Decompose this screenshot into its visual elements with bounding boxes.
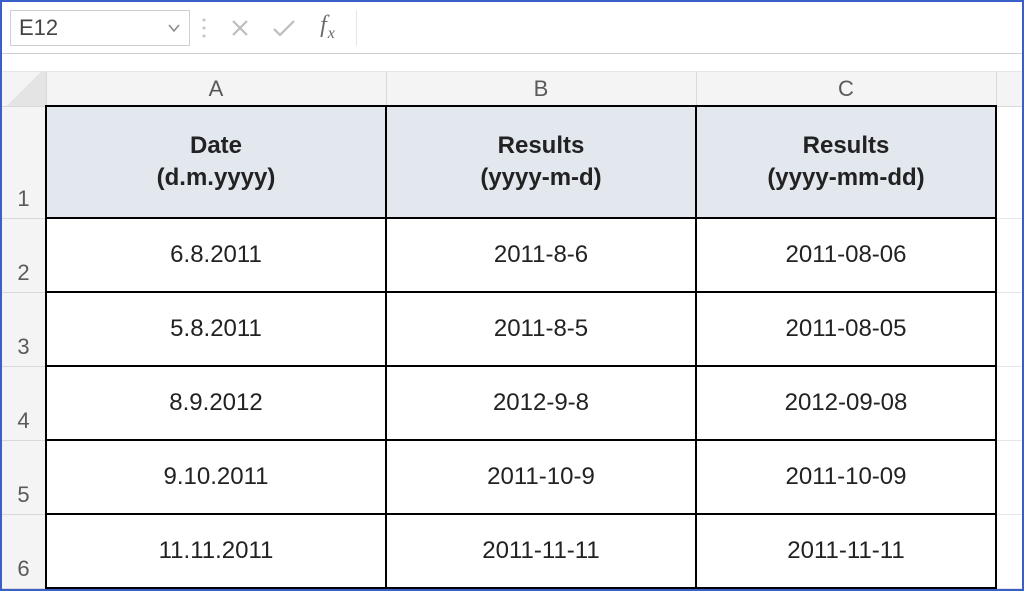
chevron-down-icon[interactable] xyxy=(167,21,181,35)
row-header-5[interactable]: 5 xyxy=(2,440,46,514)
table-row: 6 11.11.2011 2011-11-11 2011-11-11 xyxy=(2,514,1022,588)
table-row: 3 5.8.2011 2011-8-5 2011-08-05 xyxy=(2,292,1022,366)
insert-function-button[interactable]: fx xyxy=(306,10,350,46)
cell-C4[interactable]: 2012-09-08 xyxy=(696,366,996,440)
cell-C2[interactable]: 2011-08-06 xyxy=(696,218,996,292)
column-header-rest[interactable] xyxy=(996,72,1022,106)
cell-rest-6[interactable] xyxy=(996,514,1022,588)
cell-A2[interactable]: 6.8.2011 xyxy=(46,218,386,292)
row-header-6[interactable]: 6 xyxy=(2,514,46,588)
cell-B5[interactable]: 2011-10-9 xyxy=(386,440,696,514)
cell-A5[interactable]: 9.10.2011 xyxy=(46,440,386,514)
row-header-4[interactable]: 4 xyxy=(2,366,46,440)
name-box[interactable]: E12 xyxy=(10,10,190,46)
name-box-value: E12 xyxy=(19,15,58,41)
formula-input[interactable] xyxy=(356,10,1022,46)
column-header-B[interactable]: B xyxy=(386,72,696,106)
cell-A6[interactable]: 11.11.2011 xyxy=(46,514,386,588)
cell-B4[interactable]: 2012-9-8 xyxy=(386,366,696,440)
cell-B2[interactable]: 2011-8-6 xyxy=(386,218,696,292)
cell-rest-4[interactable] xyxy=(996,366,1022,440)
separator-dots-icon xyxy=(190,10,218,46)
select-all-corner[interactable] xyxy=(2,72,46,106)
cell-A3[interactable]: 5.8.2011 xyxy=(46,292,386,366)
column-header-A[interactable]: A xyxy=(46,72,386,106)
cell-A4[interactable]: 8.9.2012 xyxy=(46,366,386,440)
table-row: 2 6.8.2011 2011-8-6 2011-08-06 xyxy=(2,218,1022,292)
cancel-icon[interactable] xyxy=(218,10,262,46)
cell-B6[interactable]: 2011-11-11 xyxy=(386,514,696,588)
row-header-3[interactable]: 3 xyxy=(2,292,46,366)
cell-rest-5[interactable] xyxy=(996,440,1022,514)
row-header-1[interactable]: 1 xyxy=(2,106,46,218)
cell-rest-2[interactable] xyxy=(996,218,1022,292)
spreadsheet-grid[interactable]: A B C 1 Date (d.m.yyyy) Results (yyyy xyxy=(2,72,1022,589)
table-row: 4 8.9.2012 2012-9-8 2012-09-08 xyxy=(2,366,1022,440)
column-header-C[interactable]: C xyxy=(696,72,996,106)
table-row: 5 9.10.2011 2011-10-9 2011-10-09 xyxy=(2,440,1022,514)
table-row: 1 Date (d.m.yyyy) Results (yyyy-m-d) Res… xyxy=(2,106,1022,218)
cell-rest-1[interactable] xyxy=(996,106,1022,218)
cell-C6[interactable]: 2011-11-11 xyxy=(696,514,996,588)
cell-C5[interactable]: 2011-10-09 xyxy=(696,440,996,514)
cell-B1[interactable]: Results (yyyy-m-d) xyxy=(386,106,696,218)
formula-bar: E12 fx xyxy=(2,2,1022,54)
grid-table: A B C 1 Date (d.m.yyyy) Results (yyyy xyxy=(2,72,1022,589)
enter-check-icon[interactable] xyxy=(262,10,306,46)
cell-B3[interactable]: 2011-8-5 xyxy=(386,292,696,366)
excel-window: E12 fx A xyxy=(0,0,1024,591)
cell-C3[interactable]: 2011-08-05 xyxy=(696,292,996,366)
fx-label: fx xyxy=(320,12,336,43)
cell-A1[interactable]: Date (d.m.yyyy) xyxy=(46,106,386,218)
row-header-2[interactable]: 2 xyxy=(2,218,46,292)
cell-C1[interactable]: Results (yyyy-mm-dd) xyxy=(696,106,996,218)
cell-rest-3[interactable] xyxy=(996,292,1022,366)
spacer-strip xyxy=(2,54,1022,72)
